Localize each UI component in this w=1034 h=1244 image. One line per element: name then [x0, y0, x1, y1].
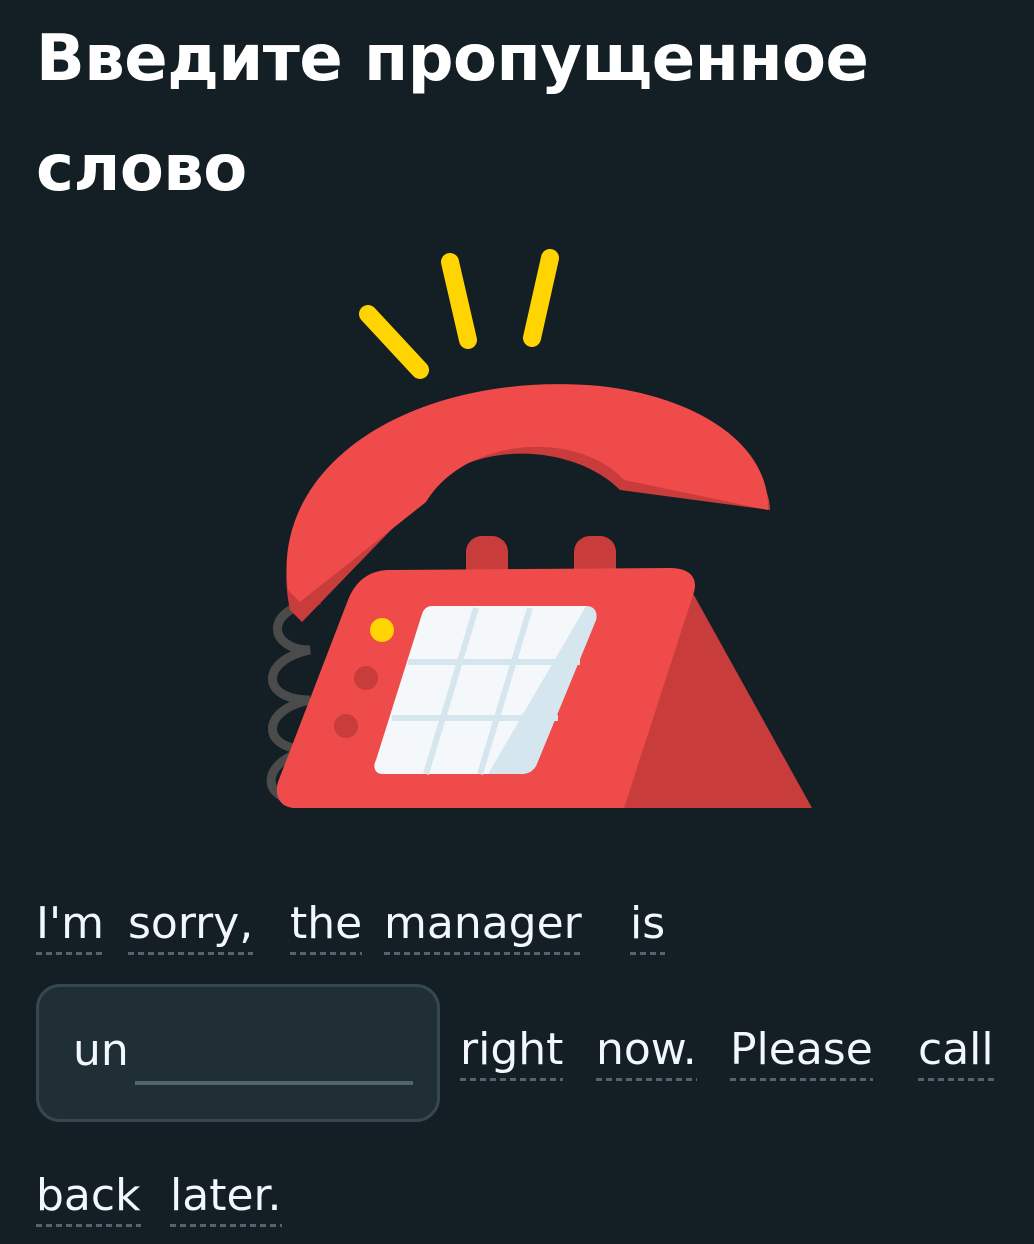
word-token[interactable]: the [290, 898, 363, 955]
word-token[interactable]: later. [170, 1170, 282, 1227]
sentence-line-1: I'm sorry, the manager is [36, 898, 1026, 958]
word-token[interactable]: right [460, 1024, 564, 1081]
ringing-telephone-icon [266, 249, 812, 808]
page-title: Введите пропущенное слово [36, 22, 869, 206]
word-token[interactable]: manager [384, 898, 582, 955]
word-token[interactable]: sorry, [128, 898, 254, 955]
word-token[interactable]: back [36, 1170, 141, 1227]
word-token[interactable]: I'm [36, 898, 104, 955]
word-token[interactable]: now. [596, 1024, 697, 1081]
word-token[interactable]: call [918, 1024, 994, 1081]
word-token[interactable]: is [630, 898, 666, 955]
sentence-line-2: right now. Please call [36, 1024, 1026, 1084]
sentence-line-3: back later. [36, 1170, 1026, 1230]
telephone-illustration [240, 240, 820, 820]
word-token[interactable]: Please [730, 1024, 873, 1081]
